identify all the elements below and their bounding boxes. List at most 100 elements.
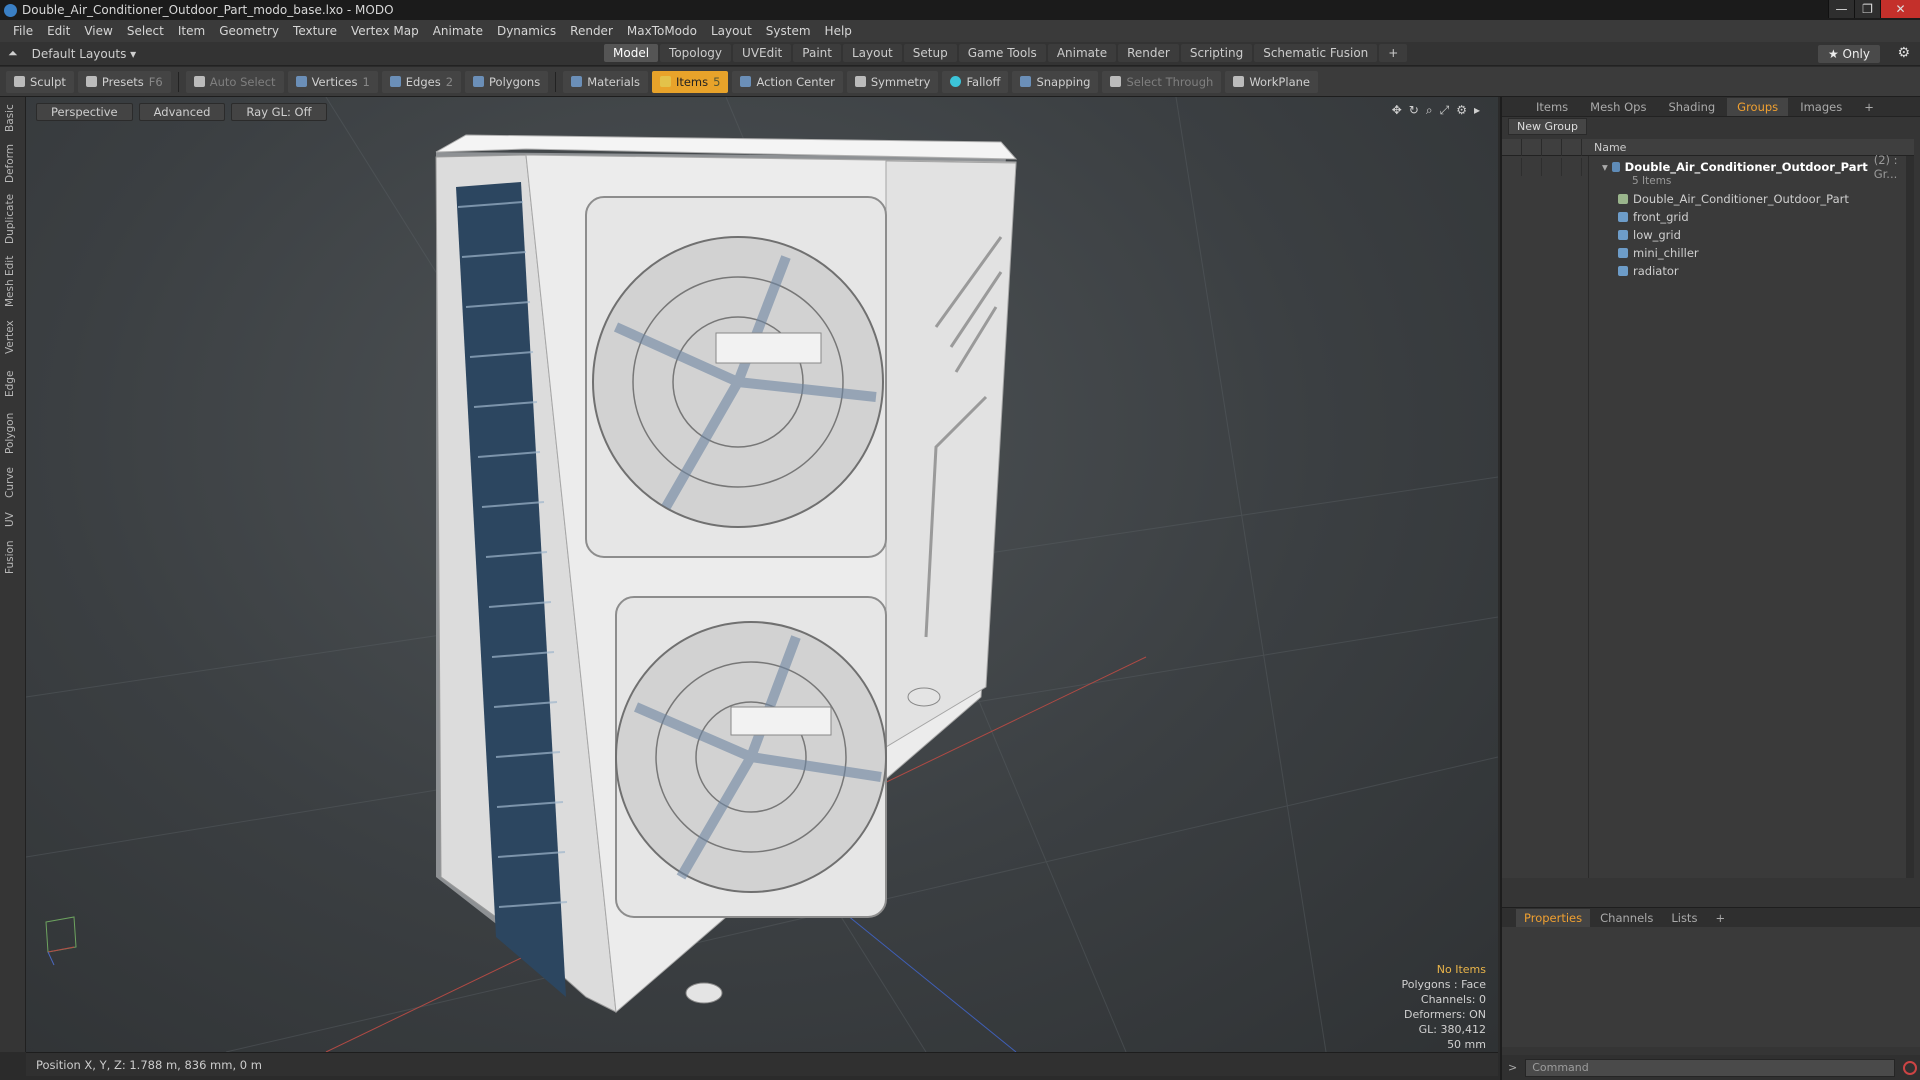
menu-layout[interactable]: Layout [704, 24, 759, 38]
tab-model[interactable]: Model [604, 44, 659, 62]
lock-column-icon[interactable] [1542, 138, 1562, 156]
tab-shading[interactable]: Shading [1658, 98, 1725, 116]
vtab-duplicate[interactable]: Duplicate [4, 193, 22, 245]
tab-layout[interactable]: Layout [842, 44, 902, 62]
vtab-vertex[interactable]: Vertex [4, 317, 22, 357]
stop-icon[interactable] [1903, 1060, 1918, 1075]
list-item[interactable]: mini_chiller [1502, 244, 1914, 262]
tab-mesh-ops[interactable]: Mesh Ops [1580, 98, 1656, 116]
fit-icon[interactable]: ⤢ [1440, 103, 1450, 118]
tab-paint[interactable]: Paint [793, 44, 841, 62]
maximize-icon[interactable]: ❐ [1854, 0, 1880, 18]
tab-images[interactable]: Images [1790, 98, 1852, 116]
snapping-button[interactable]: Snapping [1012, 70, 1099, 93]
raygl-button[interactable]: Ray GL: Off [231, 103, 327, 121]
list-item[interactable]: low_grid [1502, 226, 1914, 244]
select-through-button[interactable]: Select Through [1102, 70, 1222, 93]
tab-setup[interactable]: Setup [903, 44, 957, 62]
menu-file[interactable]: File [6, 24, 40, 38]
vtab-uv[interactable]: UV [4, 509, 22, 531]
list-item[interactable]: front_grid [1502, 208, 1914, 226]
add-lower-tab-icon[interactable]: + [1707, 909, 1733, 927]
viewport-menu-icon[interactable]: ▸ [1474, 103, 1480, 118]
list-item[interactable]: radiator [1502, 262, 1914, 280]
menu-item[interactable]: Item [171, 24, 212, 38]
window-controls: — ❐ ✕ [1828, 0, 1920, 18]
tab-animate[interactable]: Animate [1047, 44, 1117, 62]
tab-uvedit[interactable]: UVEdit [733, 44, 792, 62]
list-item[interactable]: Double_Air_Conditioner_Outdoor_Part [1502, 190, 1914, 208]
tab-scripting[interactable]: Scripting [1180, 44, 1253, 62]
tab-schematic-fusion[interactable]: Schematic Fusion [1254, 44, 1378, 62]
tab-game-tools[interactable]: Game Tools [958, 44, 1046, 62]
3d-viewport[interactable]: Perspective Advanced Ray GL: Off ✥ ↻ ⌕ ⤢… [26, 97, 1498, 1052]
items-button[interactable]: Items 5 [651, 70, 729, 93]
rotate-icon[interactable]: ↻ [1409, 103, 1419, 118]
menu-help[interactable]: Help [818, 24, 859, 38]
default-layouts-dropdown[interactable]: Default Layouts ▾ [32, 47, 137, 61]
menu-geometry[interactable]: Geometry [212, 24, 286, 38]
vtab-basic[interactable]: Basic [4, 103, 22, 133]
pan-icon[interactable]: ✥ [1392, 103, 1402, 118]
vtab-curve[interactable]: Curve [4, 465, 22, 501]
add-panel-tab-icon[interactable]: + [1854, 98, 1884, 116]
menu-dynamics[interactable]: Dynamics [490, 24, 563, 38]
edges-button[interactable]: Edges 2 [381, 70, 462, 93]
menu-select[interactable]: Select [120, 24, 171, 38]
tab-render[interactable]: Render [1118, 44, 1179, 62]
render-column-icon[interactable] [1522, 138, 1542, 156]
new-group-button[interactable]: New Group [1508, 117, 1587, 135]
materials-button[interactable]: Materials [563, 70, 648, 93]
vtab-polygon[interactable]: Polygon [4, 411, 22, 455]
menu-view[interactable]: View [77, 24, 119, 38]
symmetry-button[interactable]: Symmetry [846, 70, 939, 93]
minimize-icon[interactable]: — [1828, 0, 1854, 18]
presets-button[interactable]: Presets F6 [77, 70, 171, 93]
tab-items[interactable]: Items [1526, 98, 1578, 116]
menu-system[interactable]: System [759, 24, 818, 38]
sculpt-button[interactable]: Sculpt [6, 70, 74, 93]
expand-icon[interactable]: ▾ [1602, 160, 1608, 174]
vtab-edge[interactable]: Edge [4, 367, 22, 401]
gear-icon[interactable]: ⚙ [1897, 45, 1910, 61]
select-through-icon [1110, 76, 1122, 87]
menu-edit[interactable]: Edit [40, 24, 77, 38]
close-icon[interactable]: ✕ [1880, 0, 1920, 18]
falloff-icon [950, 76, 962, 87]
tab-properties[interactable]: Properties [1516, 908, 1591, 927]
menu-animate[interactable]: Animate [426, 24, 490, 38]
menu-render[interactable]: Render [563, 24, 620, 38]
groups-list-header: Name [1502, 138, 1914, 156]
select-column-icon[interactable] [1562, 138, 1582, 156]
workplane-button[interactable]: WorkPlane [1225, 70, 1318, 93]
zoom-icon[interactable]: ⌕ [1426, 103, 1433, 118]
command-input[interactable]: Command [1525, 1058, 1896, 1077]
groups-scrollbar[interactable] [1906, 156, 1914, 878]
perspective-button[interactable]: Perspective [36, 103, 133, 121]
tab-groups[interactable]: Groups [1727, 97, 1789, 116]
viewport-settings-icon[interactable]: ⚙ [1456, 103, 1467, 118]
auto-select-button[interactable]: Auto Select [185, 70, 284, 93]
vertices-button[interactable]: Vertices 1 [287, 70, 378, 93]
menu-texture[interactable]: Texture [286, 24, 344, 38]
presets-icon [85, 76, 97, 87]
tab-lists[interactable]: Lists [1663, 909, 1705, 927]
vtab-fusion[interactable]: Fusion [4, 539, 22, 575]
polygons-button[interactable]: Polygons [465, 70, 549, 93]
only-button[interactable]: ★ Only [1817, 45, 1880, 63]
tab-topology[interactable]: Topology [660, 44, 732, 62]
air-conditioner-model[interactable] [435, 134, 1018, 1014]
advanced-button[interactable]: Advanced [138, 103, 226, 121]
mesh-icon [1618, 230, 1628, 240]
action-center-button[interactable]: Action Center [732, 70, 843, 93]
vtab-mesh-edit[interactable]: Mesh Edit [4, 255, 22, 307]
falloff-button[interactable]: Falloff [942, 70, 1009, 93]
vtab-deform[interactable]: Deform [4, 143, 22, 183]
layout-up-icon[interactable]: ⏶ [8, 46, 18, 61]
add-tab-icon[interactable]: + [1379, 44, 1408, 62]
visibility-column-icon[interactable] [1502, 138, 1522, 156]
tab-channels[interactable]: Channels [1592, 909, 1661, 927]
name-column-header[interactable]: Name [1582, 141, 1626, 154]
menu-vertex-map[interactable]: Vertex Map [344, 24, 426, 38]
menu-maxtomodo[interactable]: MaxToModo [620, 24, 704, 38]
